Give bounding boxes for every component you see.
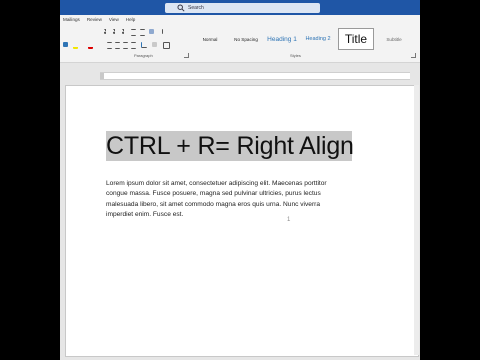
title-bar: Search xyxy=(60,0,420,15)
page-marker: 1 xyxy=(287,217,291,223)
line-spacing-icon[interactable] xyxy=(141,42,147,48)
font-color-icon[interactable] xyxy=(88,42,93,49)
style-no-spacing[interactable]: No Spacing xyxy=(228,28,264,50)
decrease-indent-icon[interactable] xyxy=(131,29,136,36)
tab-review[interactable]: Review xyxy=(87,15,102,24)
styles-gallery: Normal No Spacing Heading 1 Heading 2 Ti… xyxy=(192,28,416,50)
body-line[interactable]: imperdiet enim. Fusce est. xyxy=(106,210,366,220)
heading-highlight[interactable]: CTRL + R= Right Align xyxy=(106,131,354,161)
document-body[interactable]: Lorem ipsum dolor sit amet, consectetuer… xyxy=(106,179,366,220)
ruler-track[interactable] xyxy=(100,72,410,80)
horizontal-ruler xyxy=(60,70,420,80)
align-left-icon[interactable] xyxy=(107,42,112,49)
styles-group-label: Styles xyxy=(290,53,301,58)
style-normal[interactable]: Normal xyxy=(192,28,228,50)
show-marks-icon[interactable] xyxy=(157,29,163,34)
search-icon xyxy=(177,4,185,12)
style-heading-2[interactable]: Heading 2 xyxy=(300,28,336,50)
style-heading-1[interactable]: Heading 1 xyxy=(264,28,300,50)
numbering-icon[interactable] xyxy=(113,29,120,34)
body-line[interactable]: malesuada libero, sit amet commodo magna… xyxy=(106,200,366,210)
paragraph-dialog-launcher[interactable] xyxy=(184,53,189,58)
multilevel-list-icon[interactable] xyxy=(122,29,129,34)
word-window: Search Mailings Review View Help Normal … xyxy=(60,0,420,360)
highlight-icon[interactable] xyxy=(73,42,78,49)
body-line[interactable]: Lorem ipsum dolor sit amet, consectetuer… xyxy=(106,179,366,189)
body-line[interactable]: congue massa. Fusce posuere, magna sed p… xyxy=(106,189,366,199)
ribbon-tabs: Mailings Review View Help xyxy=(60,15,135,24)
ruler-margin xyxy=(100,73,104,79)
borders-icon[interactable] xyxy=(163,42,170,49)
sort-icon[interactable] xyxy=(149,29,154,34)
tab-view[interactable]: View xyxy=(109,15,119,24)
document-heading[interactable]: CTRL + R= Right Align xyxy=(106,132,354,161)
justify-icon[interactable] xyxy=(131,42,136,49)
ribbon: Mailings Review View Help Normal No Spac… xyxy=(60,15,420,63)
text-effects-icon[interactable] xyxy=(63,42,68,47)
style-title[interactable]: Title xyxy=(338,28,374,50)
shading-icon[interactable] xyxy=(152,42,157,47)
increase-indent-icon[interactable] xyxy=(140,29,145,36)
align-right-icon[interactable] xyxy=(123,42,128,49)
search-box[interactable]: Search xyxy=(165,3,320,13)
search-label: Search xyxy=(188,5,204,11)
tab-help[interactable]: Help xyxy=(126,15,135,24)
paragraph-tools xyxy=(60,26,190,54)
paragraph-group-label: Paragraph xyxy=(134,53,153,58)
tab-mailings[interactable]: Mailings xyxy=(63,15,80,24)
style-subtitle[interactable]: Subtitle xyxy=(376,28,412,50)
document-page[interactable]: CTRL + R= Right Align Lorem ipsum dolor … xyxy=(65,85,419,357)
styles-dialog-launcher[interactable] xyxy=(411,53,416,58)
vertical-scrollbar[interactable] xyxy=(414,85,419,355)
bullets-icon[interactable] xyxy=(104,29,111,34)
align-center-icon[interactable] xyxy=(115,42,120,49)
